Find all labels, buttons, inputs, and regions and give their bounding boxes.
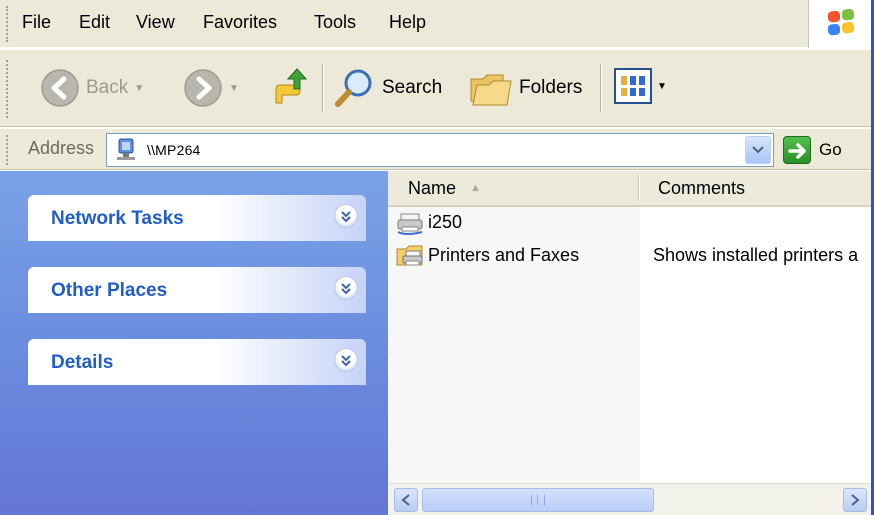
- windows-logo: [808, 0, 871, 48]
- other-places-group[interactable]: Other Places: [28, 267, 366, 313]
- network-tasks-group[interactable]: Network Tasks: [28, 195, 366, 241]
- chevron-left-icon: [401, 494, 410, 506]
- column-header-name-label: Name: [408, 177, 457, 198]
- column-resize-handle[interactable]: [638, 175, 640, 201]
- address-dropdown-button[interactable]: [745, 136, 771, 164]
- column-header-name[interactable]: Name ▲: [408, 171, 638, 205]
- expand-chevron-icon[interactable]: [334, 348, 358, 372]
- menu-file[interactable]: File: [22, 12, 51, 33]
- scroll-thumb[interactable]: [422, 488, 654, 512]
- folders-button[interactable]: Folders: [469, 68, 582, 108]
- thumb-grip-icon: [531, 495, 545, 505]
- search-label: Search: [382, 77, 443, 98]
- item-name: Printers and Faxes: [428, 245, 580, 265]
- back-button[interactable]: Back ▼: [40, 68, 144, 108]
- details-group[interactable]: Details: [28, 339, 366, 385]
- views-dropdown-icon[interactable]: ▼: [657, 81, 667, 92]
- toolbar-separator: [600, 64, 602, 112]
- menu-tools[interactable]: Tools: [314, 12, 356, 33]
- windows-flag-icon: [828, 8, 856, 38]
- printers-folder-icon: [396, 245, 423, 266]
- back-dropdown-icon[interactable]: ▼: [134, 83, 144, 94]
- address-bar: Address \\MP264 Go: [0, 128, 871, 170]
- column-header-comments-label: Comments: [658, 177, 746, 198]
- menu-view[interactable]: View: [136, 12, 175, 33]
- menu-favorites[interactable]: Favorites: [203, 12, 277, 33]
- horizontal-scrollbar[interactable]: [388, 483, 871, 515]
- other-places-title[interactable]: Other Places: [51, 280, 167, 302]
- folders-icon: [470, 74, 512, 106]
- expand-chevron-icon[interactable]: [334, 276, 358, 300]
- forward-dropdown-icon[interactable]: ▼: [229, 83, 239, 94]
- standard-toolbar: Back ▼ ▼ Search Folders ▼: [0, 49, 871, 127]
- address-label: Address: [28, 138, 95, 158]
- forward-button[interactable]: ▼: [183, 68, 239, 108]
- menubar-grip[interactable]: [6, 6, 9, 42]
- go-label: Go: [819, 140, 842, 159]
- go-button[interactable]: Go: [783, 133, 842, 167]
- address-value: \\MP264: [147, 142, 201, 158]
- back-arrow-icon: [41, 69, 79, 107]
- forward-arrow-icon: [184, 69, 222, 107]
- address-input[interactable]: \\MP264: [106, 133, 774, 167]
- toolbar-grip[interactable]: [6, 60, 9, 118]
- views-icon: [614, 68, 652, 104]
- magnifier-icon: [335, 69, 372, 107]
- menu-edit[interactable]: Edit: [79, 12, 110, 33]
- scroll-right-button[interactable]: [843, 488, 867, 512]
- toolbar-separator: [322, 64, 324, 112]
- column-header-row: Name ▲ Comments: [388, 171, 871, 207]
- details-title[interactable]: Details: [51, 352, 113, 374]
- menu-help[interactable]: Help: [389, 12, 426, 33]
- column-header-comments[interactable]: Comments: [658, 171, 858, 205]
- expand-chevron-icon[interactable]: [334, 204, 358, 228]
- addressbar-grip[interactable]: [6, 135, 9, 165]
- item-comment: Shows installed printers a: [653, 245, 859, 265]
- back-label: Back: [86, 77, 129, 98]
- explorer-window: File Edit View Favorites Tools Help Back…: [0, 0, 874, 515]
- file-list: Name ▲ Comments i250 Printers and Faxes …: [388, 171, 871, 515]
- network-printer-icon: [397, 213, 423, 235]
- folders-label: Folders: [519, 77, 583, 98]
- list-item[interactable]: i250: [388, 209, 871, 237]
- views-button[interactable]: ▼: [612, 66, 668, 110]
- list-item[interactable]: Printers and Faxes Shows installed print…: [388, 242, 871, 270]
- scroll-left-button[interactable]: [394, 488, 418, 512]
- go-arrow-icon: [783, 136, 811, 164]
- up-folder-icon: [275, 68, 308, 104]
- chevron-right-icon: [851, 494, 860, 506]
- sort-ascending-icon: ▲: [470, 182, 481, 194]
- chevron-down-icon: [752, 146, 764, 154]
- task-pane: Network Tasks Other Places Details: [0, 171, 388, 515]
- item-name: i250: [428, 212, 463, 232]
- menu-bar: File Edit View Favorites Tools Help: [0, 0, 871, 48]
- network-computer-icon: [117, 138, 135, 160]
- search-button[interactable]: Search: [334, 68, 442, 108]
- up-button[interactable]: [270, 68, 310, 108]
- network-tasks-title[interactable]: Network Tasks: [51, 208, 184, 230]
